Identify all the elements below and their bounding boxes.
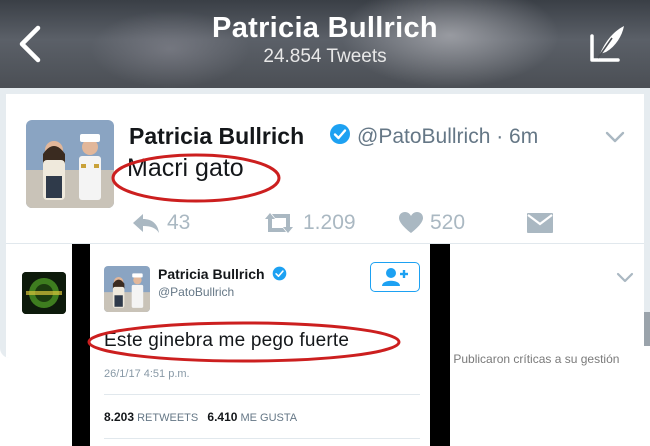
retweets-label[interactable]: RETWEETS [137,412,198,424]
tweet-detail-card: Patricia Bullrich @PatoBullrich Este gin… [87,244,430,446]
background-text-snippet: o. Publicaron críticas a su gestión [440,346,650,370]
retweet-icon [265,213,293,233]
like-count: 520 [430,211,466,234]
tweet-handle-time[interactable]: @PatoBullrich · 6m [357,125,538,149]
chevron-down-icon[interactable] [616,272,634,284]
overlay-screenshot: Patricia Bullrich @PatoBullrich Este gin… [72,244,450,446]
direct-message-button[interactable] [526,208,560,238]
chevron-down-icon[interactable] [604,130,626,144]
reply-icon [133,214,159,233]
like-heart-icon [399,212,423,233]
verified-badge-icon [330,124,350,144]
tweet-card[interactable]: Patricia Bullrich @PatoBullrich · 6m Mac… [6,110,644,244]
tweet-handle[interactable]: @PatoBullrich [158,285,234,299]
tweet-author-name[interactable]: Patricia Bullrich [158,266,265,282]
profile-name: Patricia Bullrich [212,12,438,44]
likes-label[interactable]: ME GUSTA [240,412,297,424]
divider [104,438,420,439]
retweet-count: 1.209 [303,211,356,234]
follow-user-icon [382,268,408,286]
follow-button[interactable] [370,262,420,292]
verified-badge-icon [272,266,287,281]
avatar[interactable] [104,266,150,312]
reply-count: 43 [167,211,191,234]
highlight-circle [87,321,401,363]
tweet-stats: 8.203 RETWEETS 6.410 ME GUSTA [104,410,297,424]
avatar[interactable] [26,120,114,208]
avatar-photo [26,120,114,208]
avatar-photo [22,272,66,314]
likes-value: 6.410 [207,410,238,424]
tweet-author-name[interactable]: Patricia Bullrich [129,123,304,150]
divider [104,394,420,395]
retweet-button[interactable]: 1.209 [261,208,356,238]
highlight-circle [111,153,281,203]
like-button[interactable]: 520 [398,208,465,238]
profile-header: Patricia Bullrich 24.854 Tweets [0,0,650,88]
retweets-value: 8.203 [104,410,135,424]
direct-message-icon [527,213,553,233]
avatar[interactable] [22,272,66,314]
tweet-count: 24.854 Tweets [263,46,387,67]
compose-tweet-button[interactable] [586,20,630,68]
avatar-photo [104,266,150,312]
compose-icon [590,26,624,62]
reply-button[interactable]: 43 [131,208,190,238]
tweet-timestamp: 26/1/17 4:51 p.m. [104,368,190,380]
